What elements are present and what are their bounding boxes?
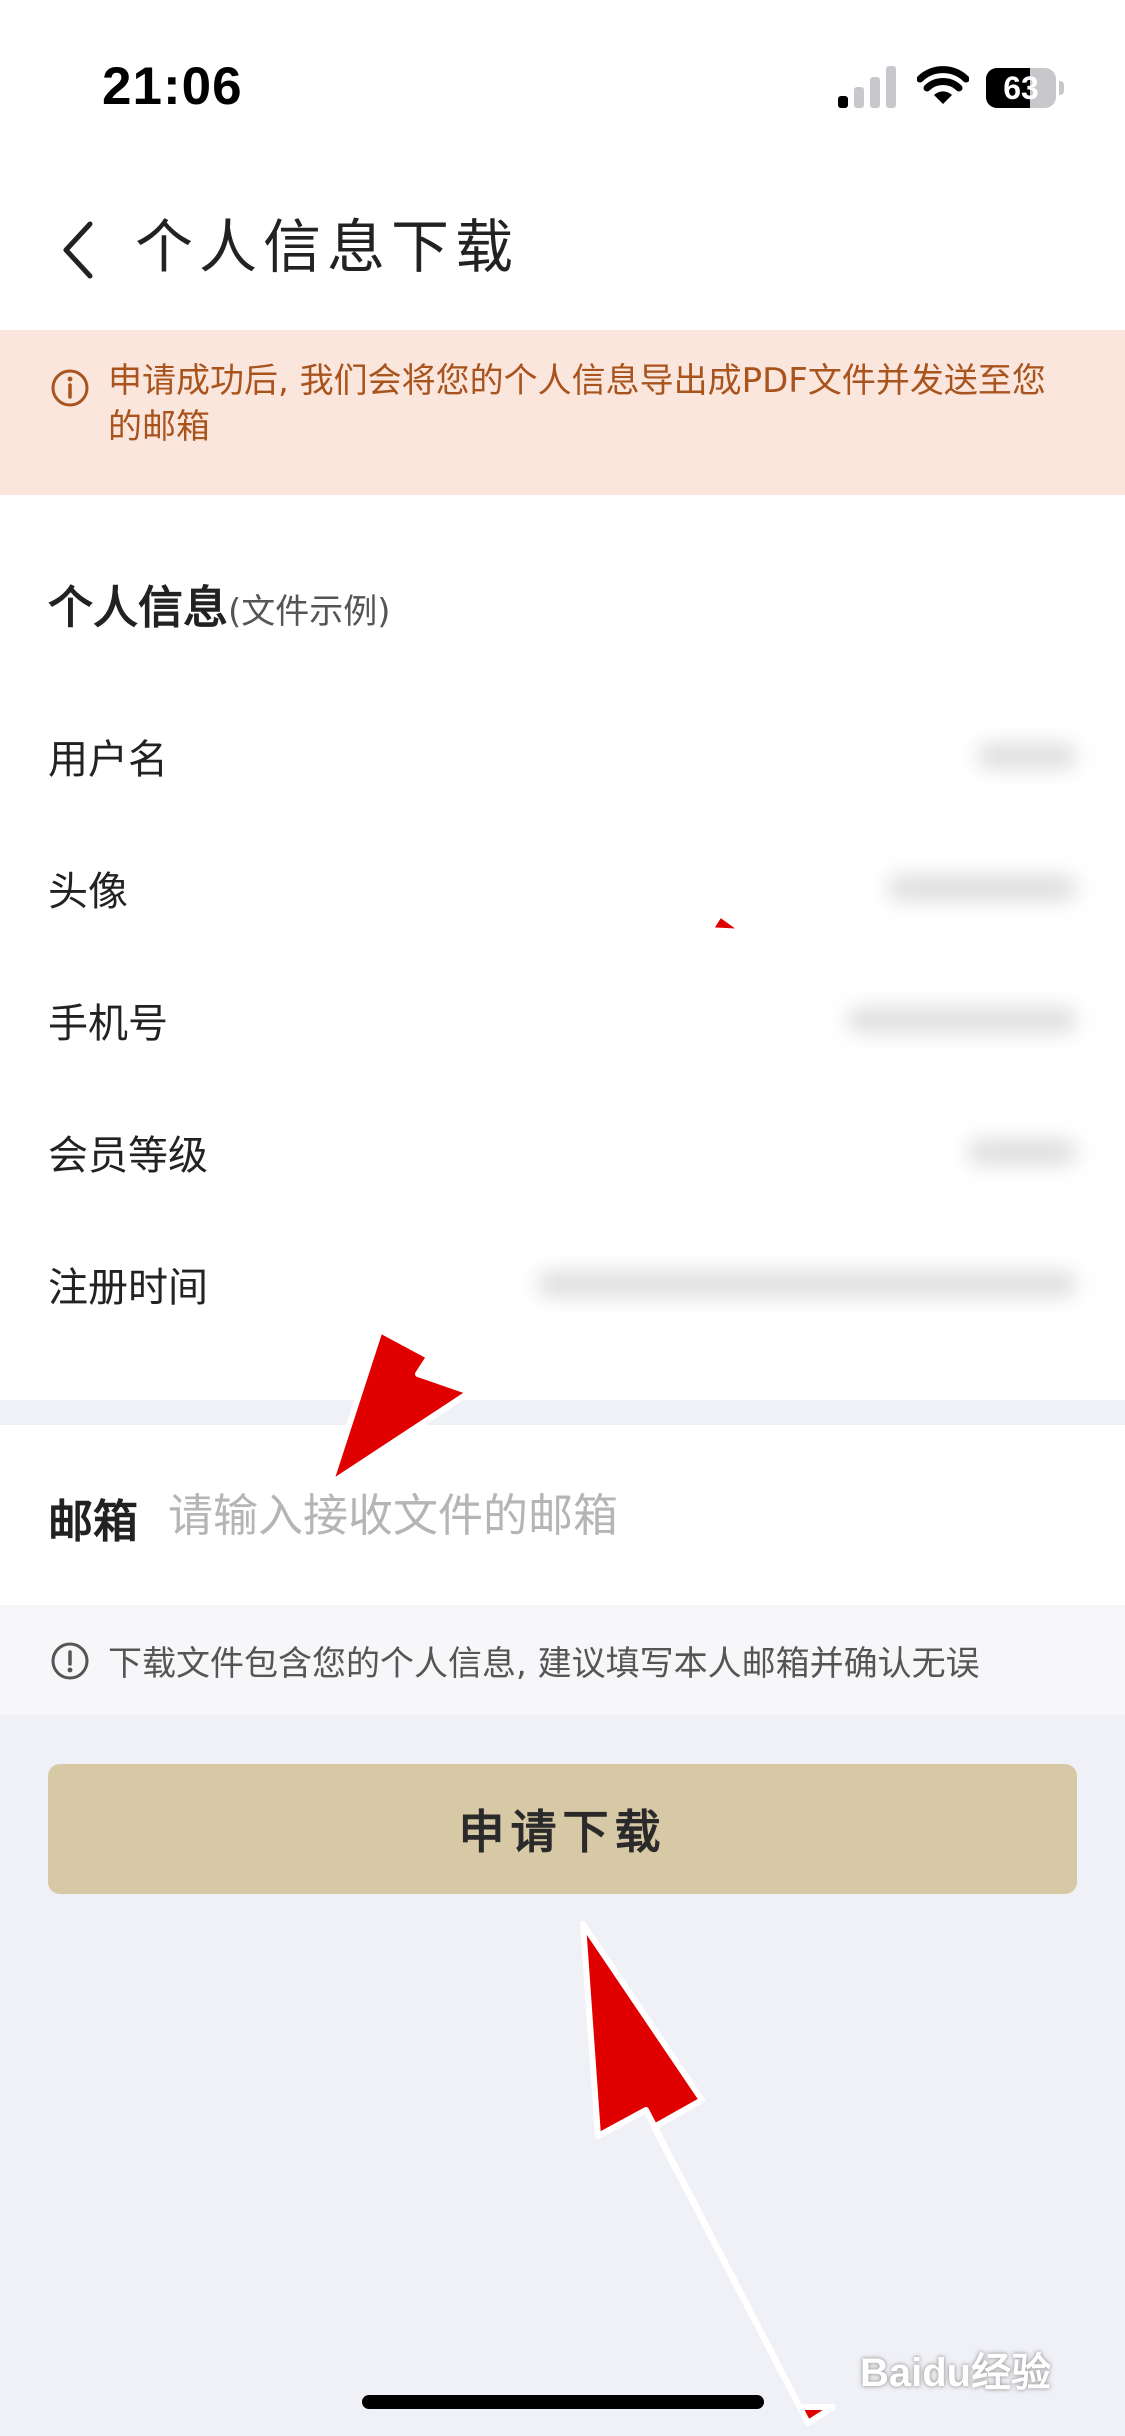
nav-bar: 个人信息下载: [0, 150, 1125, 330]
info-circle-icon: [51, 1642, 89, 1680]
email-label: 邮箱: [48, 1495, 139, 1548]
notice-banner: 申请成功后, 我们会将您的个人信息导出成PDF文件并发送至您的邮箱: [0, 330, 1125, 495]
section-title-main: 个人信息: [48, 581, 229, 634]
blurred-value: [887, 875, 1077, 901]
info-label: 头像: [48, 869, 128, 915]
blurred-value: [967, 1139, 1077, 1165]
wifi-icon: [917, 66, 969, 104]
info-row-username: 用户名: [0, 687, 1125, 819]
email-hint: 下载文件包含您的个人信息, 建议填写本人邮箱并确认无误: [0, 1605, 1125, 1715]
blurred-value: [977, 743, 1077, 769]
apply-download-button[interactable]: 申请下载: [48, 1764, 1077, 1894]
email-card: 邮箱: [0, 1425, 1125, 1605]
info-label: 注册时间: [48, 1265, 208, 1311]
home-indicator[interactable]: [362, 2395, 764, 2409]
chevron-left-icon[interactable]: [50, 210, 110, 290]
battery-icon: 63: [986, 68, 1064, 108]
blurred-value: [537, 1271, 1077, 1297]
page-title: 个人信息下载: [135, 213, 520, 281]
section-title-sub: (文件示例): [228, 592, 391, 632]
status-bar: 21:06 63: [0, 0, 1125, 150]
notice-text: 申请成功后, 我们会将您的个人信息导出成PDF文件并发送至您的邮箱: [108, 361, 1046, 447]
blurred-value: [847, 1007, 1077, 1033]
personal-info-card: 个人信息(文件示例) 用户名 头像 手机号 会员等级 注册时间: [0, 495, 1125, 1400]
info-label: 用户名: [48, 737, 168, 783]
signal-icon: [838, 66, 896, 108]
hint-text: 下载文件包含您的个人信息, 建议填写本人邮箱并确认无误: [108, 1644, 980, 1684]
info-row-register-time: 注册时间: [0, 1215, 1125, 1347]
annotation-arrow-button: [580, 1921, 836, 2426]
baidu-watermark: Baidu经验: [860, 2351, 1052, 2395]
apply-download-label: 申请下载: [458, 1805, 667, 1859]
info-row-member-level: 会员等级: [0, 1083, 1125, 1215]
info-row-phone: 手机号: [0, 951, 1125, 1083]
info-label: 手机号: [48, 1001, 168, 1047]
info-circle-icon: [51, 369, 89, 407]
section-title: 个人信息(文件示例): [48, 571, 391, 636]
info-label: 会员等级: [48, 1133, 208, 1179]
info-row-avatar: 头像: [0, 819, 1125, 951]
status-time: 21:06: [102, 57, 243, 116]
battery-percent: 63: [1003, 70, 1039, 106]
email-input[interactable]: [168, 1475, 1068, 1555]
